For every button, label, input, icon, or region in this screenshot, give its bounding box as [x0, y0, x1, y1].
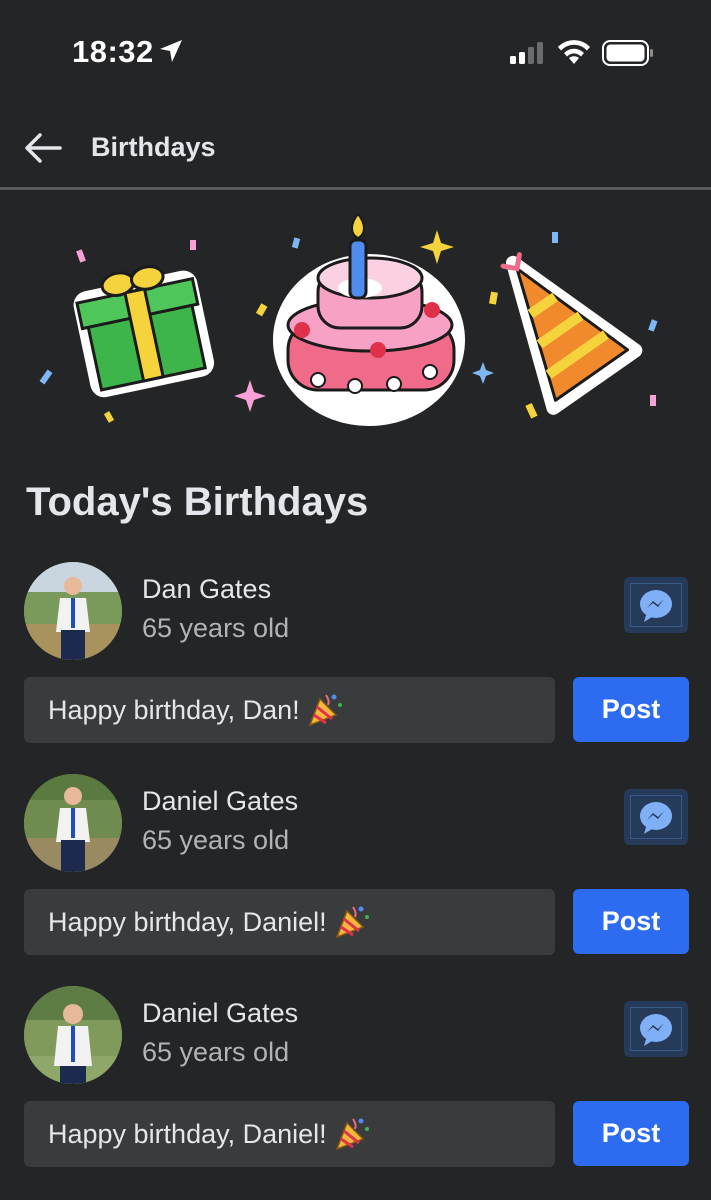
birthday-entry: Daniel Gates 65 years old Happy birthday… [0, 986, 711, 1186]
party-hat-icon [500, 252, 643, 415]
gift-box-icon [73, 265, 215, 398]
messenger-icon [640, 1014, 672, 1046]
messenger-icon [640, 590, 672, 622]
status-time: 18:32 [72, 34, 154, 69]
message-text: Happy birthday, Daniel! [48, 1118, 327, 1149]
party-popper-icon [335, 906, 369, 939]
post-button[interactable]: Post [573, 889, 689, 954]
post-button[interactable]: Post [573, 1101, 689, 1166]
header-divider [0, 187, 711, 190]
messenger-button[interactable] [624, 577, 688, 633]
page-title: Birthdays [91, 132, 216, 162]
person-age: 65 years old [142, 825, 290, 855]
back-arrow-icon[interactable] [22, 130, 64, 166]
messenger-icon [640, 802, 672, 834]
birthday-message-input[interactable]: Happy birthday, Daniel! [24, 889, 555, 955]
messenger-button[interactable] [624, 789, 688, 845]
person-name[interactable]: Daniel Gates [142, 998, 298, 1029]
birthday-banner-illustration [39, 212, 658, 426]
person-name[interactable]: Dan Gates [142, 574, 271, 605]
birthday-message-input[interactable]: Happy birthday, Dan! [24, 677, 555, 743]
status-bar: 18:32 [0, 0, 711, 100]
cellular-signal-icon [510, 42, 543, 64]
location-arrow-icon [160, 40, 182, 62]
person-age: 65 years old [142, 1037, 290, 1067]
message-text: Happy birthday, Dan! [48, 694, 300, 725]
battery-icon [602, 40, 653, 66]
birthday-message-input[interactable]: Happy birthday, Daniel! [24, 1101, 555, 1167]
avatar[interactable] [24, 562, 122, 660]
section-title: Today's Birthdays [26, 480, 369, 524]
wifi-icon [558, 40, 590, 64]
person-name[interactable]: Daniel Gates [142, 786, 298, 817]
person-age: 65 years old [142, 613, 290, 643]
party-popper-icon [308, 694, 342, 727]
avatar[interactable] [24, 774, 122, 872]
post-button[interactable]: Post [573, 677, 689, 742]
birthday-entry: Dan Gates 65 years old Happy birthday, D… [0, 562, 711, 762]
birthday-entry: Daniel Gates 65 years old Happy birthday… [0, 774, 711, 974]
messenger-button[interactable] [624, 1001, 688, 1057]
avatar[interactable] [24, 986, 122, 1084]
party-popper-icon [335, 1118, 369, 1151]
message-text: Happy birthday, Daniel! [48, 906, 327, 937]
page-header: Birthdays [0, 110, 711, 188]
